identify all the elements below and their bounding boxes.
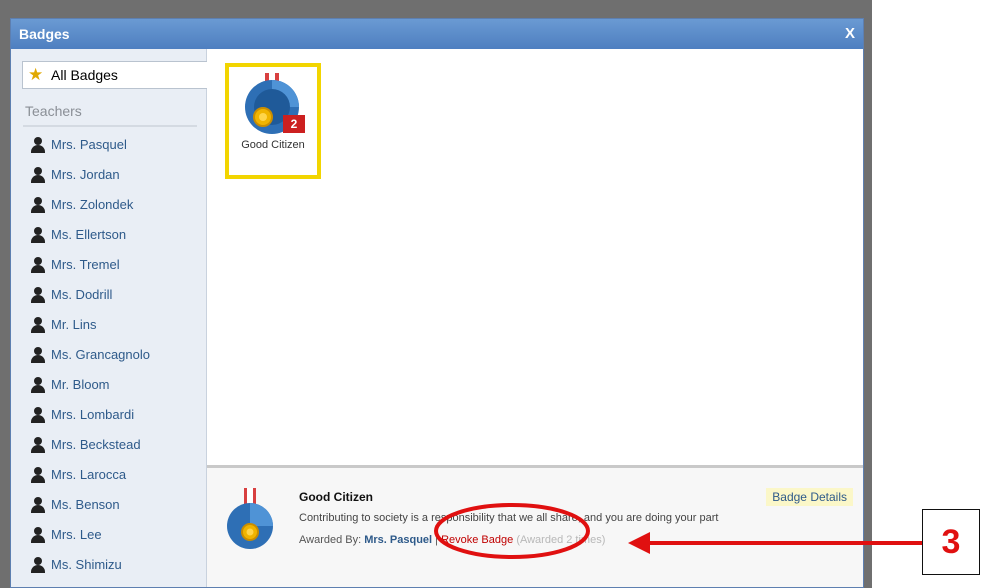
sidebar-item-teacher[interactable]: Ms. Ellertson xyxy=(11,225,207,255)
sidebar-item-teacher[interactable]: Mrs. Beckstead xyxy=(11,435,207,465)
margin-area xyxy=(872,0,982,588)
teacher-name: Ms. Benson xyxy=(51,497,120,512)
teachers-heading: Teachers xyxy=(25,103,82,119)
star-badge-icon: ★ xyxy=(28,65,44,84)
awarder-link[interactable]: Mrs. Pasquel xyxy=(364,534,432,546)
sidebar-item-teacher[interactable]: Mrs. Tremel xyxy=(11,255,207,285)
person-icon xyxy=(31,437,45,453)
badge-description: Contributing to society is a responsibil… xyxy=(299,512,719,524)
all-badges-filter[interactable]: ★ All Badges xyxy=(22,61,207,89)
sidebar-item-teacher[interactable]: Mrs. Jordan xyxy=(11,165,207,195)
badge-content: 2 Good Citizen Good Citizen Badge Detail… xyxy=(207,49,863,587)
close-button[interactable]: X xyxy=(845,25,855,42)
sidebar-item-teacher[interactable]: Mr. Bloom xyxy=(11,375,207,405)
badges-dialog: Badges X ★ All Badges Teachers Mrs. Pasq… xyxy=(10,18,864,588)
teacher-name: Mrs. Lee xyxy=(51,527,102,542)
sidebar-item-teacher[interactable]: Ms. Dodrill xyxy=(11,285,207,315)
person-icon xyxy=(31,557,45,573)
teacher-name: Mrs. Pasquel xyxy=(51,137,127,152)
badge-card-good-citizen[interactable]: 2 Good Citizen xyxy=(225,63,321,179)
step-number-box: 3 xyxy=(922,509,980,575)
teacher-name: Mr. Bloom xyxy=(51,377,110,392)
sidebar-item-teacher[interactable]: Mrs. Lombardi xyxy=(11,405,207,435)
person-icon xyxy=(31,167,45,183)
person-icon xyxy=(31,257,45,273)
sidebar-item-teacher[interactable]: Mr. Lins xyxy=(11,315,207,345)
teacher-sidebar: ★ All Badges Teachers Mrs. Pasquel Mrs. J… xyxy=(11,49,207,587)
person-icon xyxy=(31,497,45,513)
person-icon xyxy=(31,407,45,423)
person-icon xyxy=(31,137,45,153)
all-badges-label: All Badges xyxy=(51,67,118,83)
sidebar-item-teacher[interactable]: Ms. Grancagnolo xyxy=(11,345,207,375)
detail-title: Good Citizen xyxy=(299,490,373,504)
teacher-name: Mrs. Beckstead xyxy=(51,437,141,452)
person-icon xyxy=(31,347,45,363)
teacher-name: Mrs. Lombardi xyxy=(51,407,135,422)
separator: | xyxy=(435,534,439,546)
teacher-name: Mrs. Tremel xyxy=(51,257,120,272)
teacher-name: Ms. Dodrill xyxy=(51,287,113,302)
teacher-name: Ms. Grancagnolo xyxy=(51,347,150,362)
awarded-by-line: Awarded By: Mrs. Pasquel | Revoke Badge … xyxy=(299,534,605,546)
divider xyxy=(23,125,197,127)
badge-details-button[interactable]: Badge Details xyxy=(766,488,853,506)
sidebar-item-teacher[interactable]: Ms. Benson xyxy=(11,495,207,525)
person-icon xyxy=(31,317,45,333)
person-icon xyxy=(31,197,45,213)
teacher-list: Mrs. Pasquel Mrs. Jordan Mrs. Zolondek Ms. … xyxy=(11,135,207,585)
sidebar-item-teacher[interactable]: Mrs. Lee xyxy=(11,525,207,555)
awarded-by-label: Awarded By: xyxy=(299,534,362,546)
dialog-title: Badges xyxy=(19,26,70,42)
medal-icon xyxy=(227,488,273,549)
sidebar-item-teacher[interactable]: Mrs. Zolondek xyxy=(11,195,207,225)
revoke-badge-link[interactable]: Revoke Badge xyxy=(441,534,513,546)
sidebar-item-teacher[interactable]: Mrs. Pasquel xyxy=(11,135,207,165)
awarded-times: (Awarded 2 times) xyxy=(516,534,606,546)
teacher-name: Ms. Ellertson xyxy=(51,227,127,242)
teacher-name: Mrs. Larocca xyxy=(51,467,127,482)
person-icon xyxy=(31,377,45,393)
teacher-name: Mr. Lins xyxy=(51,317,97,332)
teacher-name: Mrs. Jordan xyxy=(51,167,120,182)
sidebar-item-teacher[interactable]: Ms. Shimizu xyxy=(11,555,207,585)
teacher-name: Mrs. Zolondek xyxy=(51,197,134,212)
person-icon xyxy=(31,467,45,483)
teacher-name: Ms. Shimizu xyxy=(51,557,122,572)
sidebar-item-teacher[interactable]: Mrs. Larocca xyxy=(11,465,207,495)
person-icon xyxy=(31,527,45,543)
badge-count: 2 xyxy=(283,115,305,133)
person-icon xyxy=(31,227,45,243)
person-icon xyxy=(31,287,45,303)
badge-detail-pane: Good Citizen Badge Details Contributing … xyxy=(207,465,863,587)
badge-name: Good Citizen xyxy=(241,139,305,151)
dialog-titlebar: Badges X xyxy=(11,19,863,49)
